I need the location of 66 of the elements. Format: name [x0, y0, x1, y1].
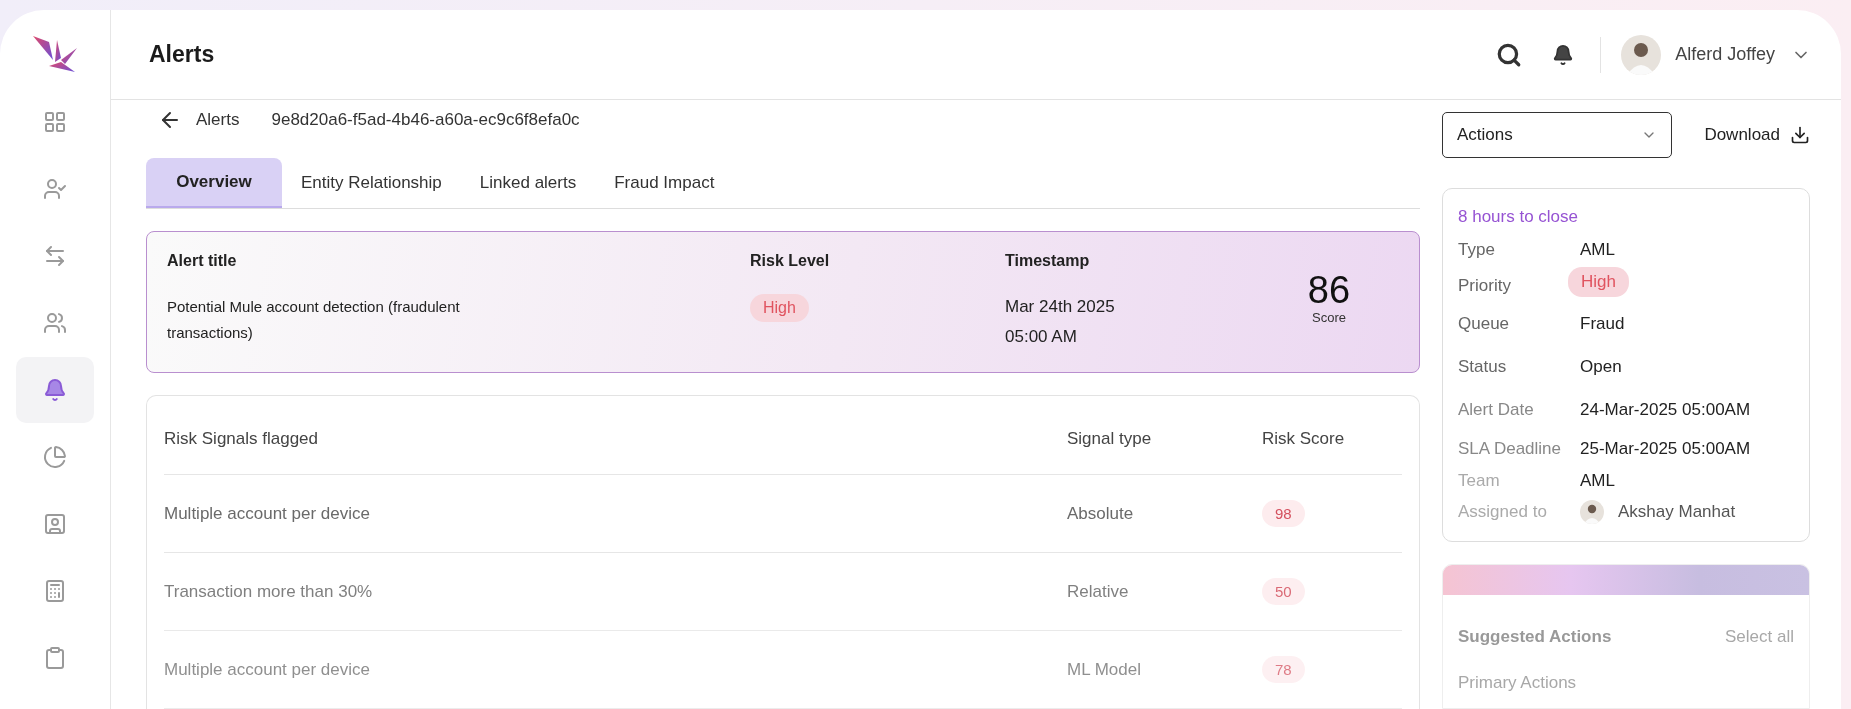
column-header: Signal type: [1067, 429, 1153, 449]
actions-dropdown[interactable]: Actions: [1442, 112, 1672, 158]
detail-label: Priority: [1458, 276, 1512, 296]
clipboard-icon: [43, 646, 67, 670]
back-link[interactable]: Alerts: [158, 108, 240, 132]
nav-item[interactable]: [16, 357, 94, 423]
table-cell-text: ML Model: [1067, 659, 1142, 680]
risk-score-badge: 50: [1262, 578, 1305, 605]
column-header: Risk Score: [1262, 429, 1346, 449]
table-cell-text: Multiple account per device: [164, 503, 371, 524]
grid-icon: [43, 110, 67, 134]
notifications-button[interactable]: [1552, 43, 1575, 66]
detail-label: Status: [1458, 357, 1508, 377]
column-label: Risk Level: [750, 252, 831, 271]
alert-date: Mar 24th 2025: [1005, 296, 1116, 318]
bell-icon: [1552, 43, 1575, 66]
column-label: Alert title: [167, 252, 238, 271]
detail-value: 24-Mar-2025 05:00AM: [1580, 400, 1752, 420]
detail-value: Fraud: [1580, 314, 1626, 334]
user-check-icon: [43, 177, 67, 201]
tab[interactable]: Linked alerts: [460, 158, 596, 208]
column-label: Timestamp: [1005, 252, 1091, 271]
priority-badge: High: [1568, 267, 1629, 297]
countdown-text: 8 hours to close: [1458, 207, 1579, 227]
alert-id: 9e8d20a6-f5ad-4b46-a60a-ec9c6f8efa0c: [271, 110, 580, 130]
bell-icon: [43, 378, 67, 402]
pie-chart-icon: [43, 445, 67, 469]
detail-label: SLA Deadline: [1458, 439, 1563, 459]
alert-time: 05:00 AM: [1005, 326, 1078, 348]
detail-label: Alert Date: [1458, 400, 1535, 420]
detail-label: Type: [1458, 240, 1496, 260]
risk-score-badge: 78: [1262, 656, 1305, 683]
assignee-avatar: [1580, 500, 1604, 524]
alert-title: Potential Mule account detection (fraudulent transactions): [167, 297, 461, 343]
search-icon: [1496, 41, 1523, 68]
tab[interactable]: Overview: [146, 158, 282, 208]
card-title: Suggested Actions: [1458, 627, 1612, 647]
score-value: 86: [1307, 270, 1351, 310]
detail-value: AML: [1580, 471, 1616, 491]
search-button[interactable]: [1496, 41, 1523, 68]
table-cell-text: Transaction more than 30%: [164, 581, 374, 602]
table-cell-text: Absolute: [1067, 503, 1135, 524]
transfer-arrows-icon: [43, 244, 67, 268]
detail-value: 25-Mar-2025 05:00AM: [1580, 439, 1752, 459]
users-icon: [43, 311, 67, 335]
calculator-icon: [43, 579, 67, 603]
detail-label: Team: [1458, 471, 1501, 491]
tab[interactable]: Entity Relationship: [282, 158, 461, 208]
detail-value: Open: [1580, 357, 1623, 377]
user-name: Alferd Joffey: [1675, 44, 1775, 65]
download-icon: [1790, 125, 1810, 145]
table-cell-text: Multiple account per device: [164, 659, 371, 680]
detail-label: Queue: [1458, 314, 1511, 334]
page-title: Alerts: [149, 41, 216, 68]
detail-value: AML: [1580, 240, 1616, 260]
download-button[interactable]: Download: [1704, 125, 1810, 145]
section-label: Primary Actions: [1457, 672, 1578, 693]
detail-label: Assigned to: [1458, 502, 1548, 522]
assignee-name: Akshay Manhat: [1618, 502, 1736, 522]
tab[interactable]: Fraud Impact: [595, 158, 734, 208]
contact-icon: [43, 512, 67, 536]
risk-score-badge: 98: [1262, 500, 1305, 527]
score-label: Score: [1312, 310, 1346, 325]
table-cell-text: Relative: [1067, 581, 1130, 602]
column-header: Risk Signals flagged: [164, 429, 320, 449]
risk-level-badge: High: [750, 294, 809, 322]
